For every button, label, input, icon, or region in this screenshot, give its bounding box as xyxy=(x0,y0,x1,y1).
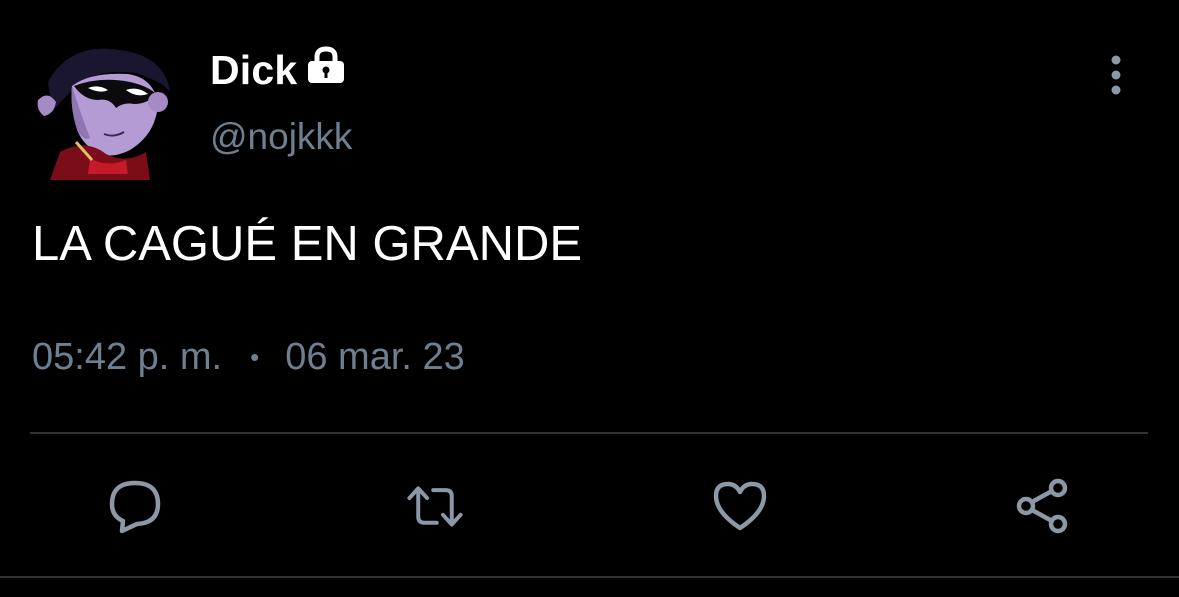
like-button[interactable] xyxy=(710,476,770,536)
vertical-dots-icon xyxy=(1111,55,1121,95)
reply-button[interactable] xyxy=(105,476,165,536)
bottom-divider xyxy=(0,576,1179,578)
user-handle[interactable]: @nojkkk xyxy=(210,116,352,158)
avatar-image xyxy=(30,42,182,180)
share-nodes-icon xyxy=(1016,478,1068,534)
display-name-row[interactable]: Dick xyxy=(210,42,347,98)
tweet-detail: Dick @nojkkk LA CAGUÉ EN GRANDE 05:42 p.… xyxy=(0,0,1179,597)
lock-icon xyxy=(305,45,347,89)
retweet-arrows-icon xyxy=(407,486,463,527)
avatar[interactable] xyxy=(30,42,182,180)
display-name[interactable]: Dick xyxy=(210,47,297,94)
retweet-button[interactable] xyxy=(405,476,465,536)
tweet-text: LA CAGUÉ EN GRANDE xyxy=(32,217,583,271)
tweet-date[interactable]: 06 mar. 23 xyxy=(285,336,465,379)
divider xyxy=(30,432,1148,434)
heart-icon xyxy=(713,481,767,531)
share-button[interactable] xyxy=(1013,476,1073,536)
more-options-button[interactable] xyxy=(1096,52,1136,100)
separator-dot: • xyxy=(250,342,260,372)
tweet-timestamp[interactable]: 05:42 p. m. • 06 mar. 23 xyxy=(32,336,465,379)
tweet-time[interactable]: 05:42 p. m. xyxy=(32,336,222,379)
speech-bubble-icon xyxy=(109,480,161,534)
